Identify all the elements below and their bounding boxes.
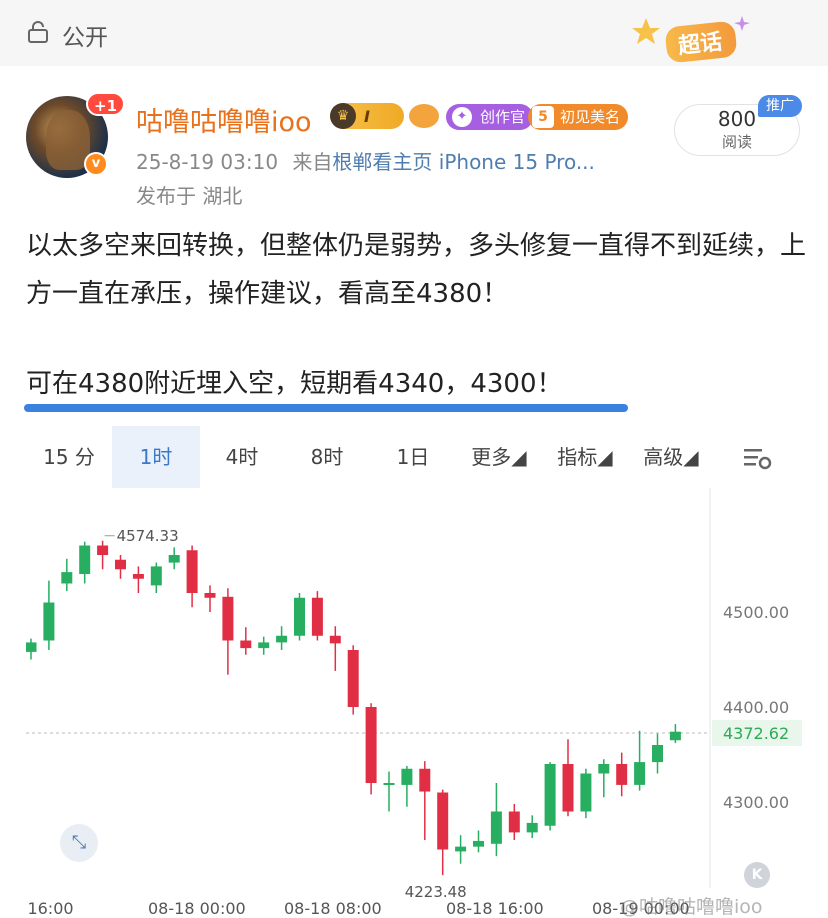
post-location: 发布于 湖北 xyxy=(136,184,243,208)
candle-body xyxy=(26,642,37,652)
top-bar: 公开 超话 xyxy=(0,0,828,66)
candle-body xyxy=(365,707,377,783)
candle-body xyxy=(186,550,198,593)
candle-body xyxy=(455,846,467,852)
candle-body xyxy=(598,764,610,774)
username[interactable]: 咕噜咕噜噜ioo xyxy=(136,100,312,139)
creator-badge-label: 创作官 xyxy=(480,108,526,126)
chart-settings-icon[interactable] xyxy=(744,446,772,470)
expand-icon[interactable]: ⤡ xyxy=(60,824,98,862)
candle-body xyxy=(580,773,592,812)
candle-body xyxy=(508,811,520,833)
candle-body xyxy=(168,555,180,563)
fame-badge-label: 初见美名 xyxy=(560,108,621,126)
x-tick-label: 08-18 08:00 xyxy=(284,899,382,918)
tab-1d[interactable]: 1日 xyxy=(370,426,456,488)
post-paragraph-1: 以太多空来回转换，但整体仍是弱势，多头修复一直得不到延续，上方一直在承压，操作建… xyxy=(26,231,807,309)
y-tick-label: 4300.00 xyxy=(723,793,789,812)
visibility-label[interactable]: 公开 xyxy=(62,18,108,52)
post-source[interactable]: 根郸看主页 iPhone 15 Pro... xyxy=(332,150,594,174)
post-time: 25-8-19 03:10 xyxy=(136,150,279,174)
candle-body xyxy=(43,602,55,641)
tab-1h[interactable]: 1时 xyxy=(112,426,200,488)
candle-body xyxy=(347,650,359,707)
candle-body xyxy=(544,764,556,826)
candle-body xyxy=(490,811,502,844)
candle-body xyxy=(526,822,538,833)
level-number: I xyxy=(364,106,370,126)
fame-level: 5 xyxy=(532,106,554,128)
candle-body xyxy=(562,764,574,812)
k-logo-icon: K xyxy=(744,862,770,888)
watermark: @咕噜咕噜噜ioo xyxy=(620,896,763,918)
y-tick-label: 4400.00 xyxy=(723,698,789,717)
candle-body xyxy=(419,768,431,792)
candle-body xyxy=(115,559,126,570)
candle-body xyxy=(276,635,288,643)
supertopic-button[interactable]: 超话 xyxy=(664,20,738,64)
indicators-menu[interactable]: 指标◢ xyxy=(542,426,628,488)
candle-body xyxy=(79,545,91,574)
candle-body xyxy=(150,566,162,586)
candle-body xyxy=(204,593,216,598)
more-menu[interactable]: 更多◢ xyxy=(456,426,542,488)
fish-icon[interactable] xyxy=(409,104,439,128)
advanced-menu[interactable]: 高级◢ xyxy=(628,426,714,488)
read-label: 阅读 xyxy=(721,133,752,151)
notification-badge: +1 xyxy=(86,92,126,116)
candle-body xyxy=(669,731,681,741)
high-label: 4574.33 xyxy=(117,527,179,545)
candle-body xyxy=(222,596,234,641)
post-meta: 25-8-19 03:10 来自根郸看主页 iPhone 15 Pro... xyxy=(136,146,595,175)
level-badge[interactable]: ♛ I xyxy=(330,103,404,129)
x-tick-label: 17 16:00 xyxy=(26,899,74,918)
verified-badge: v xyxy=(84,152,108,176)
candle-body xyxy=(311,597,323,636)
candle-body xyxy=(437,792,449,850)
candle-body xyxy=(652,745,663,763)
lock-icon xyxy=(28,21,48,43)
candle-body xyxy=(258,642,270,649)
y-tick-label: 4500.00 xyxy=(723,603,789,622)
fame-badge[interactable]: 5 初见美名 xyxy=(528,104,629,130)
tab-15m[interactable]: 15 分 xyxy=(26,426,112,488)
candle-body xyxy=(97,545,109,555)
highlight-underline xyxy=(24,404,628,412)
candle-body xyxy=(473,840,484,847)
x-tick-label: 08-18 16:00 xyxy=(446,899,544,918)
candle-body xyxy=(240,640,252,649)
chart-image[interactable]: 15 分 1时 4时 8时 1日 更多◢ 指标◢ 高级◢ 4500.00 4400… xyxy=(26,426,810,918)
post-paragraph-2: 可在4380附近埋入空，短期看4340，4300！ xyxy=(26,369,563,399)
creator-badge[interactable]: ✦ 创作官 xyxy=(446,104,534,130)
candle-body xyxy=(294,597,305,636)
from-prefix: 来自 xyxy=(292,150,333,174)
tab-8h[interactable]: 8时 xyxy=(284,426,370,488)
candle-body xyxy=(634,762,646,785)
candle-body xyxy=(383,783,395,785)
creator-logo-icon: ✦ xyxy=(452,107,472,127)
candle-body xyxy=(132,574,144,579)
candle-body xyxy=(401,768,413,785)
timeframe-toolbar: 15 分 1时 4时 8时 1日 更多◢ 指标◢ 高级◢ xyxy=(26,426,810,488)
promote-badge[interactable]: 推广 xyxy=(758,95,802,117)
current-price-label: 4372.62 xyxy=(723,724,789,743)
x-tick-label: 08-18 00:00 xyxy=(148,899,246,918)
tab-4h[interactable]: 4时 xyxy=(200,426,284,488)
candlestick-chart[interactable]: 4500.004400.004300.004372.624574.334223.… xyxy=(26,488,810,918)
candle-body xyxy=(61,572,73,584)
crown-icon: ♛ xyxy=(330,103,356,129)
candle-body xyxy=(616,764,628,785)
candle-body xyxy=(329,635,341,644)
